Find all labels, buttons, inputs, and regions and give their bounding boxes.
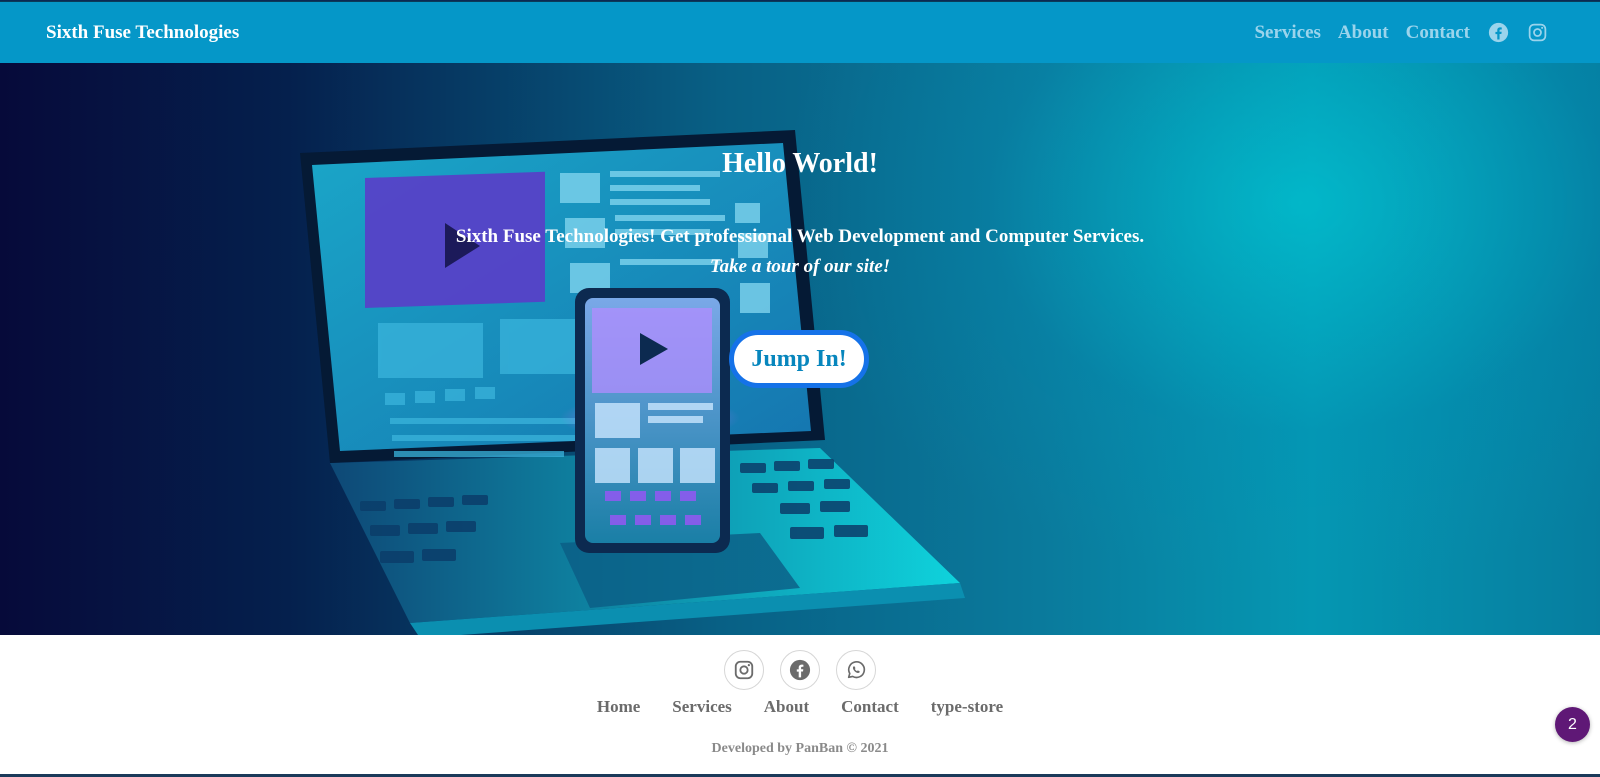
brand-link[interactable]: Sixth Fuse Technologies <box>46 22 239 44</box>
top-navbar: Sixth Fuse Technologies Services About C… <box>0 1 1600 63</box>
facebook-icon[interactable] <box>780 650 820 690</box>
instagram-icon[interactable] <box>724 650 764 690</box>
footer-link-services[interactable]: Services <box>672 697 731 717</box>
footer-link-contact[interactable]: Contact <box>841 697 899 717</box>
footer-credit: Developed by PanBan © 2021 <box>711 741 889 756</box>
nav-link-services[interactable]: Services <box>1254 22 1320 44</box>
instagram-icon[interactable] <box>1526 22 1548 44</box>
footer-social-icons <box>0 650 1600 690</box>
jump-in-button[interactable]: Jump In! <box>729 330 869 388</box>
nav-link-contact[interactable]: Contact <box>1406 22 1470 44</box>
footer-link-about[interactable]: About <box>764 697 809 717</box>
nav-link-about[interactable]: About <box>1338 22 1389 44</box>
footer-nav: Home Services About Contact type-store <box>0 697 1600 717</box>
whatsapp-icon[interactable] <box>836 650 876 690</box>
footer-link-home[interactable]: Home <box>597 697 640 717</box>
hero-tagline: Take a tour of our site! <box>709 256 891 277</box>
nav-menu: Services About Contact <box>1237 22 1548 44</box>
hero-title: Hello World! <box>722 148 878 179</box>
footer: Home Services About Contact type-store D… <box>0 635 1600 777</box>
notification-badge[interactable]: 2 <box>1555 707 1590 742</box>
facebook-icon[interactable] <box>1487 22 1509 44</box>
hero-section: Hello World! Sixth Fuse Technologies! Ge… <box>0 63 1600 635</box>
footer-link-type-store[interactable]: type-store <box>931 697 1003 717</box>
hero-subtitle: Sixth Fuse Technologies! Get professiona… <box>455 226 1145 247</box>
